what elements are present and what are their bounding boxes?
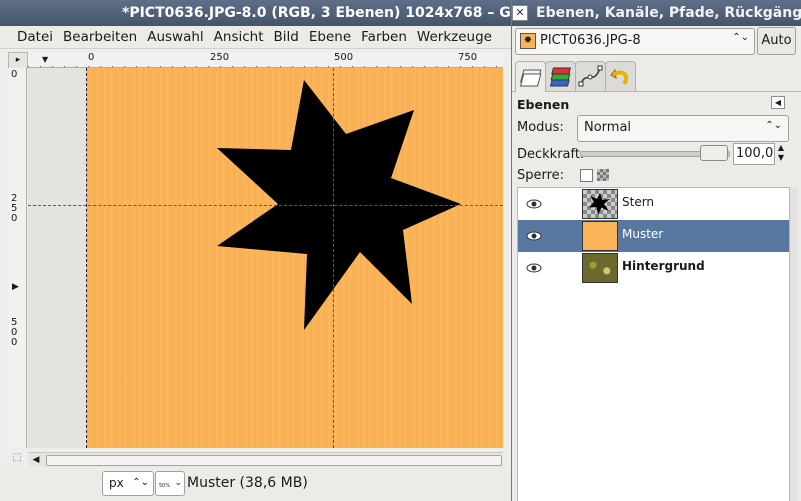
eye-icon[interactable] (526, 197, 542, 211)
layer-thumbnail[interactable] (582, 189, 618, 219)
statusbar: px ⌃⌄ 50% ⌄ Muster (38,6 MB) (0, 468, 511, 501)
dock-tabs (512, 57, 801, 92)
menu-ebene[interactable]: Ebene (304, 26, 356, 48)
layer-row-stern[interactable]: Stern (518, 188, 789, 220)
layer-thumbnail[interactable] (582, 253, 618, 283)
chevron-down-icon: ⌄ (174, 478, 182, 488)
menu-bild[interactable]: Bild (269, 26, 304, 48)
layers-dock: Ebenen, Kanäle, Pfade, Rückgängig ✕ ✸ PI… (511, 0, 801, 501)
vertical-ruler[interactable]: 0 250 500 ▶ (8, 68, 27, 448)
tab-channels[interactable] (545, 61, 576, 91)
undo-icon (610, 68, 629, 86)
layer-row-muster[interactable]: Muster (518, 220, 789, 252)
eye-icon[interactable] (526, 261, 542, 275)
scrollbar-thumb[interactable] (46, 455, 502, 466)
image-canvas[interactable] (28, 68, 503, 448)
dock-titlebar[interactable]: Ebenen, Kanäle, Pfade, Rückgängig (512, 0, 801, 26)
opacity-label: Deckkraft: (517, 147, 585, 162)
layer-name[interactable]: Hintergrund (622, 259, 705, 273)
layer-name[interactable]: Muster (622, 227, 663, 241)
opacity-slider-handle[interactable] (700, 145, 728, 161)
star-icon (589, 193, 610, 215)
mode-select[interactable]: Normal ⌃⌄ (577, 115, 789, 142)
ruler-h-label: 750 (458, 52, 478, 63)
ruler-h-label: 250 (210, 52, 230, 63)
paths-icon (578, 65, 603, 87)
image-window: *PICT0636.JPG-8.0 (RGB, 3 Ebenen) 1024x7… (0, 0, 511, 501)
tab-paths[interactable] (575, 61, 606, 91)
layers-icon (519, 69, 542, 87)
unit-select[interactable]: px ⌃⌄ (102, 471, 154, 496)
menu-werkzeuge[interactable]: Werkzeuge (412, 26, 497, 48)
channels-icon (549, 67, 572, 87)
menu-farben[interactable]: Farben (356, 26, 412, 48)
ruler-v-label: 250 (11, 193, 18, 224)
ruler-h-label: 0 (88, 52, 95, 63)
spin-arrows-icon[interactable]: ▲ ▼ (775, 143, 787, 163)
spin-arrows-icon: ⌃⌄ (765, 120, 782, 131)
layer-list: Stern Muster Hintergrund (517, 187, 790, 501)
zoom-value: 50% (159, 483, 171, 489)
close-icon[interactable]: ✕ (512, 5, 528, 21)
image-select[interactable]: ✸ PICT0636.JPG-8 ⌃⌄ (515, 28, 755, 55)
menu-datei[interactable]: Datei (0, 26, 58, 48)
tab-layers[interactable] (515, 61, 546, 92)
spin-arrows-icon: ⌃⌄ (132, 477, 149, 488)
lock-label: Sperre: (517, 168, 565, 183)
status-text: Muster (38,6 MB) (187, 475, 308, 491)
vertical-scrollbar[interactable] (790, 187, 798, 501)
unit-value: px (109, 476, 124, 490)
horizontal-scrollbar[interactable]: ◀ (28, 452, 503, 467)
panel-title: Ebenen (517, 97, 570, 112)
guide-horizontal[interactable] (28, 205, 503, 206)
dock-title: Ebenen, Kanäle, Pfade, Rückgängig (536, 5, 801, 21)
chevron-left-icon[interactable]: ◀ (31, 455, 41, 465)
horizontal-ruler[interactable]: ▼ 0 250 500 750 (28, 52, 503, 68)
mode-label: Modus: (517, 120, 564, 135)
ruler-v-label: 0 (11, 69, 18, 80)
guide-vertical[interactable] (333, 68, 334, 448)
layers-panel: Ebenen ◀ Modus: Normal ⌃⌄ Deckkraft: 100… (512, 92, 801, 501)
menubar: Datei Bearbeiten Auswahl Ansicht Bild Ebene Fa… (0, 26, 511, 49)
tab-undo[interactable] (605, 61, 636, 91)
spin-arrows-icon: ⌃⌄ (732, 32, 749, 43)
image-window-titlebar[interactable]: *PICT0636.JPG-8.0 (RGB, 3 Ebenen) 1024x7… (0, 0, 511, 26)
opacity-input[interactable]: 100,0 (733, 143, 775, 165)
navigate-icon[interactable]: ⬚ (8, 452, 26, 466)
menu-ansicht[interactable]: Ansicht (209, 26, 269, 48)
mode-value: Normal (584, 120, 632, 135)
lock-alpha-icon[interactable] (597, 169, 609, 181)
layer-row-hintergrund[interactable]: Hintergrund (518, 252, 789, 284)
layer-thumbnail[interactable] (582, 221, 618, 251)
lock-pixels-checkbox[interactable] (580, 169, 593, 182)
menu-bearbeiten[interactable]: Bearbeiten (58, 26, 142, 48)
layer-name[interactable]: Stern (622, 195, 654, 209)
eye-icon[interactable] (526, 229, 542, 243)
star-icon: ✸ (520, 33, 536, 49)
panel-menu-icon[interactable]: ◀ (771, 96, 785, 109)
ruler-v-label: 500 (11, 317, 18, 348)
image-window-title: *PICT0636.JPG-8.0 (RGB, 3 Ebenen) 1024x7… (122, 5, 511, 21)
arrow-right-icon: ▸ (15, 55, 21, 65)
quick-mask-toggle[interactable]: ▸ (8, 52, 28, 69)
star-shape (217, 80, 461, 330)
ruler-marker-icon: ▶ (12, 282, 19, 292)
ruler-marker-icon: ▼ (42, 55, 49, 64)
zoom-select[interactable]: 50% ⌄ (155, 471, 185, 496)
ruler-h-label: 500 (334, 52, 354, 63)
menu-auswahl[interactable]: Auswahl (142, 26, 208, 48)
image-select-value: PICT0636.JPG-8 (540, 33, 641, 48)
auto-button[interactable]: Auto (757, 27, 796, 55)
